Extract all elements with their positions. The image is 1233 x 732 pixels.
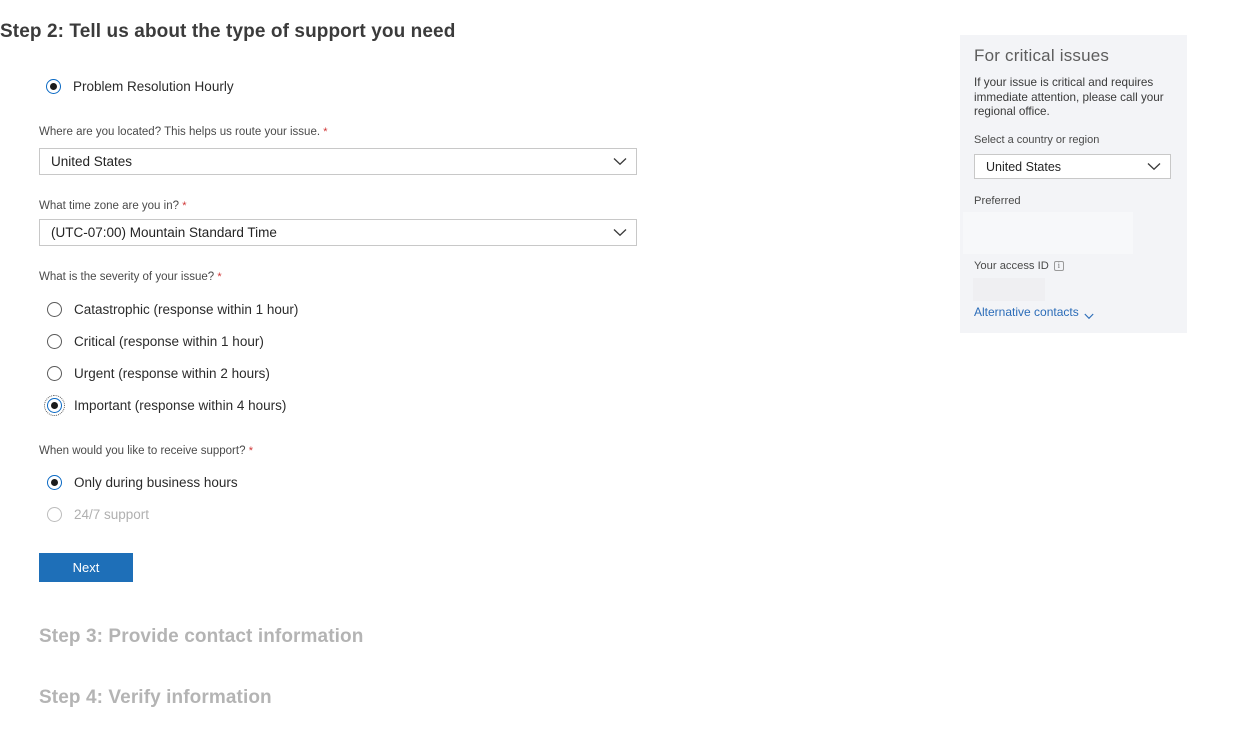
radio-indicator	[47, 334, 62, 349]
chevron-down-icon	[1147, 162, 1161, 171]
timezone-label-text: What time zone are you in?	[39, 200, 179, 212]
support-window-label: When would you like to receive support? …	[39, 445, 253, 457]
panel-country-select[interactable]: United States	[974, 154, 1171, 179]
timezone-label: What time zone are you in? *	[39, 200, 186, 212]
location-label: Where are you located? This helps us rou…	[39, 126, 328, 138]
panel-country-select-value: United States	[986, 160, 1061, 174]
page-title: Step 2: Tell us about the type of suppor…	[0, 21, 455, 43]
step4-heading: Step 4: Verify information	[39, 687, 272, 709]
alternative-contacts-label: Alternative contacts	[974, 305, 1079, 319]
alternative-contacts-link[interactable]: Alternative contacts	[974, 305, 1094, 319]
severity-label: What is the severity of your issue? *	[39, 271, 222, 283]
radio-indicator-disabled	[47, 507, 62, 522]
next-button[interactable]: Next	[39, 553, 133, 582]
radio-label: Urgent (response within 2 hours)	[74, 366, 270, 381]
access-id-label: Your access ID i	[974, 260, 1064, 272]
radio-severity-important[interactable]: Important (response within 4 hours)	[47, 395, 286, 415]
timezone-select[interactable]: (UTC-07:00) Mountain Standard Time	[39, 219, 637, 246]
required-asterisk: *	[323, 126, 327, 138]
radio-indicator	[47, 366, 62, 381]
radio-severity-catastrophic[interactable]: Catastrophic (response within 1 hour)	[47, 299, 298, 319]
required-asterisk: *	[249, 445, 253, 457]
radio-label: Important (response within 4 hours)	[74, 398, 286, 413]
location-select[interactable]: United States	[39, 148, 637, 175]
chevron-down-icon	[1084, 309, 1094, 316]
panel-country-label: Select a country or region	[974, 134, 1099, 146]
info-icon[interactable]: i	[1054, 261, 1064, 271]
required-asterisk: *	[182, 200, 186, 212]
radio-problem-resolution-hourly[interactable]: Problem Resolution Hourly	[46, 76, 234, 96]
chevron-down-icon	[613, 157, 627, 166]
support-window-label-text: When would you like to receive support?	[39, 445, 245, 457]
location-label-text: Where are you located? This helps us rou…	[39, 126, 320, 138]
radio-indicator-selected	[46, 79, 61, 94]
radio-label: Only during business hours	[74, 475, 238, 490]
radio-label: 24/7 support	[74, 507, 149, 522]
radio-24-7-support: 24/7 support	[47, 504, 149, 524]
radio-label: Catastrophic (response within 1 hour)	[74, 302, 298, 317]
preferred-label: Preferred	[974, 195, 1021, 207]
chevron-down-icon	[613, 228, 627, 237]
radio-business-hours[interactable]: Only during business hours	[47, 472, 238, 492]
critical-issues-body: If your issue is critical and requires i…	[974, 76, 1172, 120]
critical-issues-panel: For critical issues If your issue is cri…	[960, 35, 1187, 333]
radio-severity-critical[interactable]: Critical (response within 1 hour)	[47, 331, 264, 351]
critical-issues-title: For critical issues	[974, 46, 1109, 66]
location-select-value: United States	[51, 154, 132, 169]
radio-label: Critical (response within 1 hour)	[74, 334, 264, 349]
access-id-placeholder-block	[973, 278, 1045, 301]
required-asterisk: *	[217, 271, 221, 283]
radio-indicator-selected	[47, 475, 62, 490]
timezone-select-value: (UTC-07:00) Mountain Standard Time	[51, 225, 277, 240]
preferred-placeholder-block	[963, 212, 1133, 254]
radio-indicator	[47, 302, 62, 317]
radio-label: Problem Resolution Hourly	[73, 79, 234, 94]
step3-heading: Step 3: Provide contact information	[39, 626, 363, 648]
radio-indicator-selected	[47, 398, 62, 413]
radio-severity-urgent[interactable]: Urgent (response within 2 hours)	[47, 363, 270, 383]
severity-label-text: What is the severity of your issue?	[39, 271, 214, 283]
access-id-label-text: Your access ID	[974, 260, 1049, 272]
